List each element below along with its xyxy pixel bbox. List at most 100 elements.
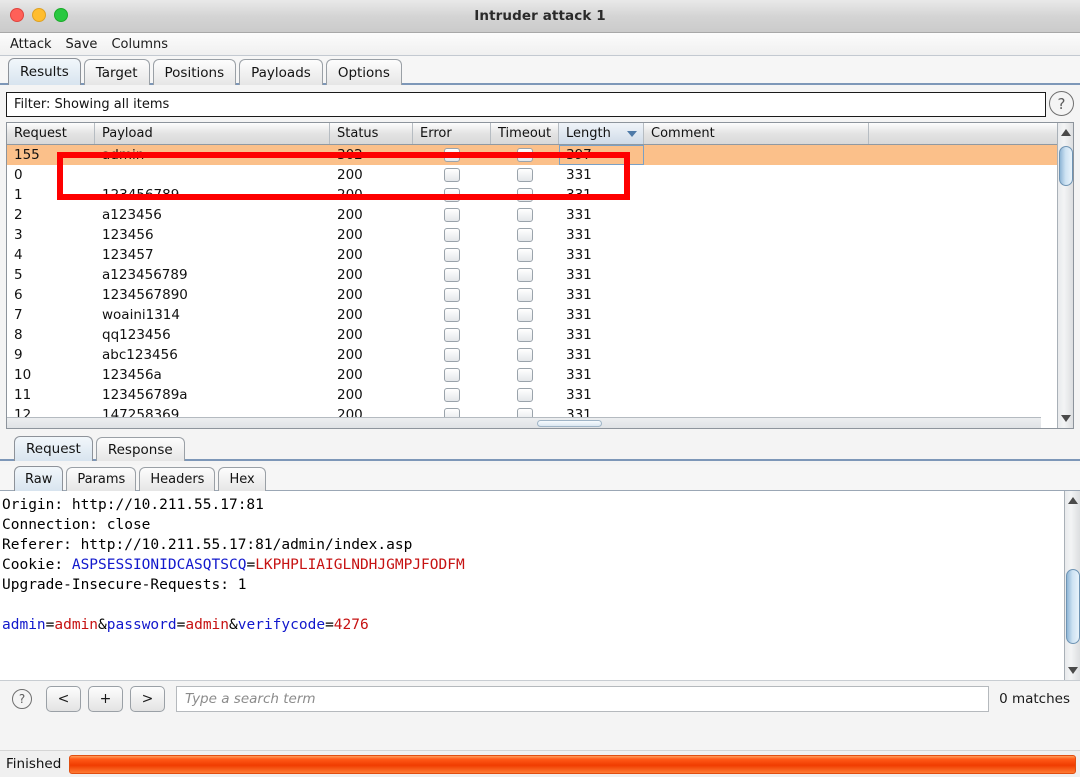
table-row[interactable]: 3 123456 200 331 bbox=[7, 225, 1057, 245]
cell-error[interactable] bbox=[413, 365, 491, 385]
timeout-checkbox[interactable] bbox=[517, 248, 533, 262]
column-header-comment[interactable]: Comment bbox=[644, 123, 869, 144]
cell-request[interactable]: 10 bbox=[7, 365, 95, 385]
search-prev-button[interactable]: < bbox=[46, 686, 81, 712]
minimize-button[interactable] bbox=[32, 8, 46, 22]
cell-request[interactable]: 8 bbox=[7, 325, 95, 345]
table-horizontal-scroll-thumb[interactable] bbox=[537, 420, 602, 427]
cell-status[interactable]: 200 bbox=[330, 205, 413, 225]
cell-error[interactable] bbox=[413, 325, 491, 345]
menu-attack[interactable]: Attack bbox=[10, 37, 52, 52]
cell-status[interactable]: 200 bbox=[330, 265, 413, 285]
table-row[interactable]: 5 a123456789 200 331 bbox=[7, 265, 1057, 285]
cell-length[interactable]: 331 bbox=[559, 225, 644, 245]
cell-error[interactable] bbox=[413, 185, 491, 205]
column-header-error[interactable]: Error bbox=[413, 123, 491, 144]
cell-payload[interactable]: abc123456 bbox=[95, 345, 330, 365]
cell-request[interactable]: 2 bbox=[7, 205, 95, 225]
cell-error[interactable] bbox=[413, 245, 491, 265]
cell-payload[interactable]: admin bbox=[95, 145, 330, 165]
cell-request[interactable]: 1 bbox=[7, 185, 95, 205]
cell-error[interactable] bbox=[413, 305, 491, 325]
column-header-status[interactable]: Status bbox=[330, 123, 413, 144]
table-row[interactable]: 7 woaini1314 200 331 bbox=[7, 305, 1057, 325]
table-row[interactable]: 2 a123456 200 331 bbox=[7, 205, 1057, 225]
cell-length[interactable]: 397 bbox=[559, 145, 644, 165]
timeout-checkbox[interactable] bbox=[517, 228, 533, 242]
cell-status[interactable]: 200 bbox=[330, 385, 413, 405]
cell-comment[interactable] bbox=[644, 385, 869, 405]
cell-length[interactable]: 331 bbox=[559, 385, 644, 405]
maximize-button[interactable] bbox=[54, 8, 68, 22]
error-checkbox[interactable] bbox=[444, 188, 460, 202]
error-checkbox[interactable] bbox=[444, 208, 460, 222]
table-row[interactable]: 9 abc123456 200 331 bbox=[7, 345, 1057, 365]
filter-bar[interactable]: Filter: Showing all items bbox=[6, 91, 1046, 117]
error-checkbox[interactable] bbox=[444, 168, 460, 182]
tab-request[interactable]: Request bbox=[14, 436, 93, 461]
timeout-checkbox[interactable] bbox=[517, 208, 533, 222]
cell-comment[interactable] bbox=[644, 285, 869, 305]
cell-comment[interactable] bbox=[644, 185, 869, 205]
cell-request[interactable]: 4 bbox=[7, 245, 95, 265]
cell-length[interactable]: 331 bbox=[559, 185, 644, 205]
timeout-checkbox[interactable] bbox=[517, 328, 533, 342]
menu-columns[interactable]: Columns bbox=[111, 37, 168, 52]
cell-status[interactable]: 200 bbox=[330, 285, 413, 305]
cell-request[interactable]: 155 bbox=[7, 145, 95, 165]
close-button[interactable] bbox=[10, 8, 24, 22]
error-checkbox[interactable] bbox=[444, 328, 460, 342]
timeout-checkbox[interactable] bbox=[517, 188, 533, 202]
cell-request[interactable]: 6 bbox=[7, 285, 95, 305]
tab-params[interactable]: Params bbox=[66, 467, 137, 491]
cell-status[interactable]: 200 bbox=[330, 305, 413, 325]
table-row[interactable]: 4 123457 200 331 bbox=[7, 245, 1057, 265]
request-vertical-scrollbar[interactable] bbox=[1064, 491, 1080, 680]
cell-error[interactable] bbox=[413, 345, 491, 365]
tab-results[interactable]: Results bbox=[8, 58, 81, 85]
error-checkbox[interactable] bbox=[444, 228, 460, 242]
table-row[interactable]: 10 123456a 200 331 bbox=[7, 365, 1057, 385]
error-checkbox[interactable] bbox=[444, 288, 460, 302]
cell-comment[interactable] bbox=[644, 205, 869, 225]
cell-payload[interactable]: 1234567890 bbox=[95, 285, 330, 305]
cell-error[interactable] bbox=[413, 205, 491, 225]
cell-error[interactable] bbox=[413, 285, 491, 305]
table-vertical-scrollbar[interactable] bbox=[1057, 123, 1073, 428]
error-checkbox[interactable] bbox=[444, 368, 460, 382]
cell-request[interactable]: 11 bbox=[7, 385, 95, 405]
cell-error[interactable] bbox=[413, 225, 491, 245]
timeout-checkbox[interactable] bbox=[517, 168, 533, 182]
cell-status[interactable]: 200 bbox=[330, 345, 413, 365]
cell-comment[interactable] bbox=[644, 345, 869, 365]
cell-error[interactable] bbox=[413, 165, 491, 185]
cell-timeout[interactable] bbox=[491, 365, 559, 385]
cell-timeout[interactable] bbox=[491, 325, 559, 345]
search-next-button[interactable]: > bbox=[130, 686, 165, 712]
cell-length[interactable]: 331 bbox=[559, 345, 644, 365]
cell-timeout[interactable] bbox=[491, 185, 559, 205]
menu-save[interactable]: Save bbox=[66, 37, 98, 52]
cell-timeout[interactable] bbox=[491, 225, 559, 245]
cell-payload[interactable]: qq123456 bbox=[95, 325, 330, 345]
column-header-length[interactable]: Length bbox=[559, 123, 644, 144]
cell-length[interactable]: 331 bbox=[559, 285, 644, 305]
timeout-checkbox[interactable] bbox=[517, 148, 533, 162]
cell-error[interactable] bbox=[413, 145, 491, 165]
scroll-down-arrow-icon[interactable] bbox=[1060, 415, 1071, 422]
tab-raw[interactable]: Raw bbox=[14, 466, 64, 491]
timeout-checkbox[interactable] bbox=[517, 308, 533, 322]
search-input[interactable]: Type a search term bbox=[176, 686, 990, 712]
cell-payload[interactable]: 123456789a bbox=[95, 385, 330, 405]
tab-hex[interactable]: Hex bbox=[218, 467, 266, 491]
cell-status[interactable]: 302 bbox=[330, 145, 413, 165]
error-checkbox[interactable] bbox=[444, 308, 460, 322]
cell-status[interactable]: 200 bbox=[330, 225, 413, 245]
request-raw-text[interactable]: Origin: http://10.211.55.17:81 Connection… bbox=[0, 491, 1064, 680]
cell-payload[interactable] bbox=[95, 165, 330, 185]
cell-error[interactable] bbox=[413, 385, 491, 405]
request-scroll-up-arrow-icon[interactable] bbox=[1067, 497, 1078, 504]
cell-comment[interactable] bbox=[644, 225, 869, 245]
cell-request[interactable]: 0 bbox=[7, 165, 95, 185]
cell-request[interactable]: 3 bbox=[7, 225, 95, 245]
